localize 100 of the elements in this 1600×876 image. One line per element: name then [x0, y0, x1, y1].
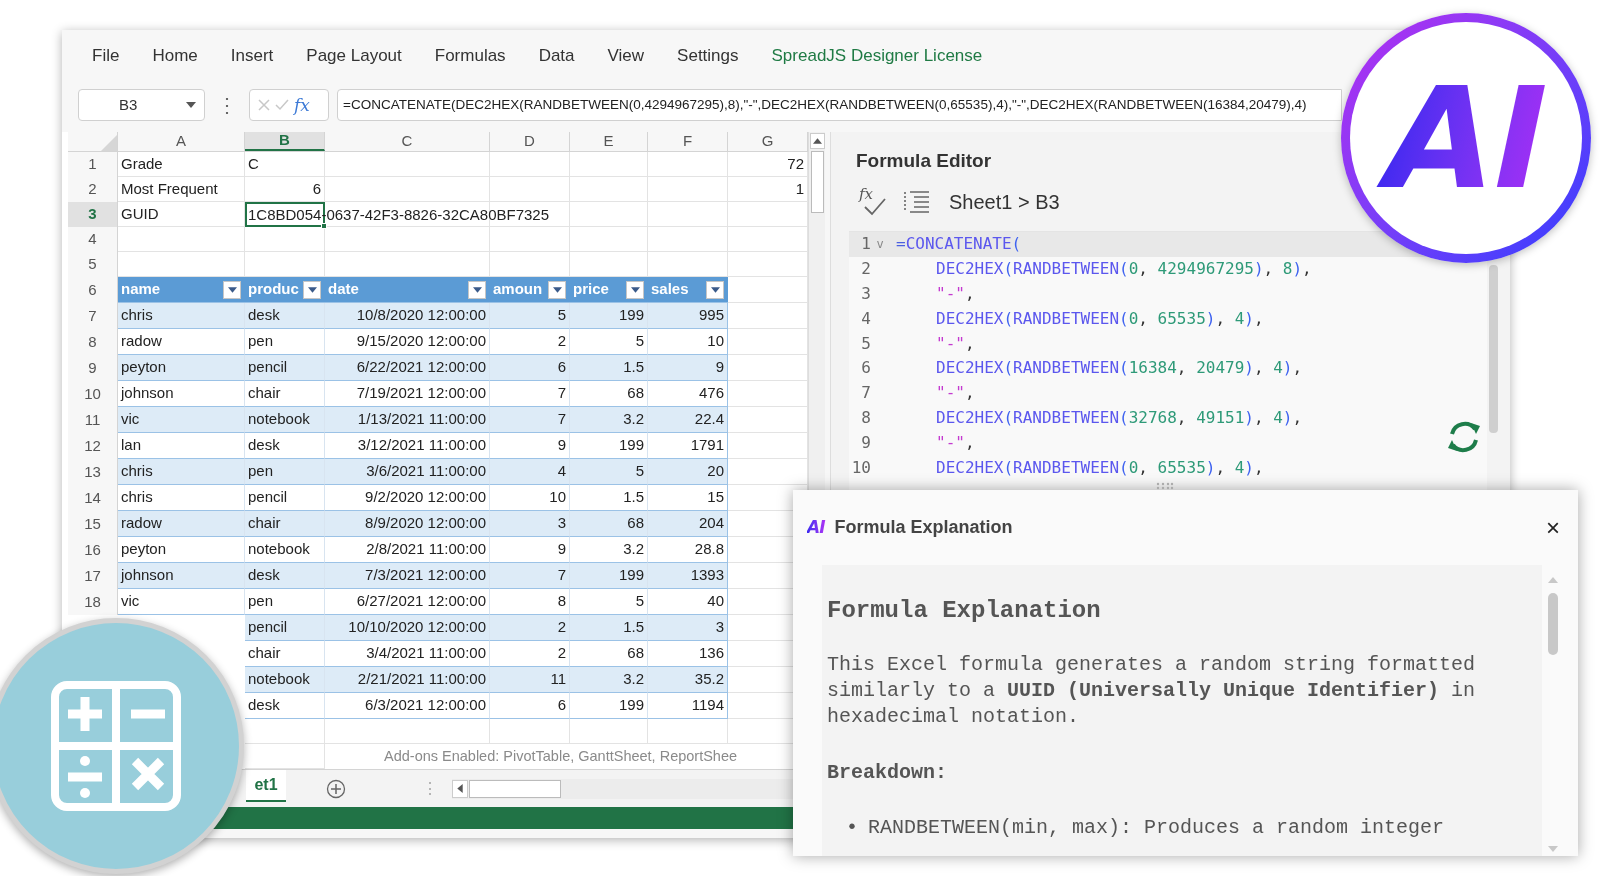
table-cell[interactable]: 3.2: [570, 667, 648, 693]
table-cell[interactable]: 2/21/2021 11:00:00: [325, 667, 490, 693]
row-header[interactable]: 1: [68, 152, 118, 177]
menu-tab[interactable]: File: [92, 43, 120, 69]
table-cell[interactable]: peyton: [118, 355, 245, 381]
scroll-thumb[interactable]: [810, 151, 824, 213]
table-cell[interactable]: 3/12/2021 11:00:00: [325, 433, 490, 459]
table-cell[interactable]: 5: [490, 303, 570, 329]
menu-tab[interactable]: Settings: [677, 43, 739, 69]
table-cell[interactable]: 5: [570, 589, 648, 615]
grip-icon[interactable]: [1156, 482, 1174, 490]
table-cell[interactable]: 995: [648, 303, 728, 329]
table-cell[interactable]: 7/3/2021 12:00:00: [325, 563, 490, 589]
filter-button[interactable]: [706, 280, 724, 299]
table-cell[interactable]: vic: [118, 589, 245, 615]
column-header[interactable]: D: [490, 132, 570, 151]
menu-tab[interactable]: Data: [538, 43, 575, 69]
check-icon[interactable]: [275, 99, 289, 111]
formula-input[interactable]: =CONCATENATE(DEC2HEX(RANDBETWEEN(0,4294967295),8),"-",DEC2HEX(RANDBETWEEN(0,65535),4),"-",DEC2HEX(RANDBETWEEN(16384,20479),4): [337, 89, 1342, 121]
table-cell[interactable]: chris: [118, 303, 245, 329]
table-cell[interactable]: vic: [118, 407, 245, 433]
table-cell[interactable]: 476: [648, 381, 728, 407]
table-cell[interactable]: chair: [245, 511, 325, 537]
table-cell[interactable]: notebook: [245, 407, 325, 433]
table-cell[interactable]: desk: [245, 303, 325, 329]
table-cell[interactable]: 199: [570, 433, 648, 459]
table-cell[interactable]: 10: [648, 329, 728, 355]
menu-tab[interactable]: View: [607, 43, 645, 69]
scroll-left-button[interactable]: [452, 779, 468, 798]
table-cell[interactable]: 10/10/2020 12:00:00: [325, 615, 490, 641]
code-editor[interactable]: [849, 231, 1487, 491]
row-header[interactable]: 18: [68, 589, 118, 615]
filter-button[interactable]: [223, 280, 241, 299]
row-header[interactable]: 12: [68, 433, 118, 459]
table-cell[interactable]: 199: [570, 563, 648, 589]
validate-button[interactable]: fx: [859, 187, 887, 217]
table-cell[interactable]: pen: [245, 589, 325, 615]
menu-tab[interactable]: Insert: [230, 43, 274, 69]
table-cell[interactable]: radow: [118, 329, 245, 355]
table-cell[interactable]: 40: [648, 589, 728, 615]
add-sheet-icon[interactable]: [326, 778, 346, 799]
column-header[interactable]: B: [245, 132, 325, 151]
filter-button[interactable]: [626, 280, 644, 299]
row-header[interactable]: 9: [68, 355, 118, 381]
table-cell[interactable]: notebook: [245, 667, 325, 693]
table-cell[interactable]: 1791: [648, 433, 728, 459]
row-header[interactable]: 11: [68, 407, 118, 433]
table-cell[interactable]: 7/19/2021 12:00:00: [325, 381, 490, 407]
table-cell[interactable]: 2/8/2021 11:00:00: [325, 537, 490, 563]
function-button[interactable]: fx: [294, 96, 310, 114]
table-cell[interactable]: 1/13/2021 11:00:00: [325, 407, 490, 433]
table-cell[interactable]: radow: [118, 511, 245, 537]
table-cell[interactable]: pencil: [245, 615, 325, 641]
menu-tab[interactable]: Home: [152, 43, 198, 69]
table-cell[interactable]: pencil: [245, 355, 325, 381]
table-cell[interactable]: 199: [570, 303, 648, 329]
table-cell[interactable]: johnson: [118, 563, 245, 589]
table-cell[interactable]: 68: [570, 511, 648, 537]
table-cell[interactable]: pen: [245, 459, 325, 485]
table-cell[interactable]: 9/15/2020 12:00:00: [325, 329, 490, 355]
table-cell[interactable]: 7: [490, 407, 570, 433]
name-box[interactable]: B3: [78, 89, 205, 121]
table-cell[interactable]: 4: [490, 459, 570, 485]
table-cell[interactable]: 11: [490, 667, 570, 693]
table-cell[interactable]: chris: [118, 485, 245, 511]
table-cell[interactable]: peyton: [118, 537, 245, 563]
filter-button[interactable]: [468, 280, 486, 299]
table-cell[interactable]: 2: [490, 641, 570, 667]
table-cell[interactable]: desk: [245, 693, 325, 719]
table-cell[interactable]: 35.2: [648, 667, 728, 693]
scroll-thumb[interactable]: [1548, 593, 1558, 655]
more-button[interactable]: ⋮: [213, 90, 241, 120]
table-cell[interactable]: 6: [490, 693, 570, 719]
row-header[interactable]: 13: [68, 459, 118, 485]
table-cell[interactable]: 1.5: [570, 485, 648, 511]
row-header[interactable]: 14: [68, 485, 118, 511]
table-cell[interactable]: 3.2: [570, 407, 648, 433]
license-link[interactable]: SpreadJS Designer License: [771, 43, 983, 69]
table-cell[interactable]: 9: [490, 433, 570, 459]
table-cell[interactable]: 136: [648, 641, 728, 667]
sheet-tab[interactable]: et1: [246, 770, 286, 802]
table-cell[interactable]: 28.8: [648, 537, 728, 563]
table-cell[interactable]: 3/6/2021 11:00:00: [325, 459, 490, 485]
row-header[interactable]: 6: [68, 277, 118, 303]
table-cell[interactable]: notebook: [245, 537, 325, 563]
scroll-up-icon[interactable]: [1548, 577, 1558, 583]
table-cell[interactable]: 7: [490, 563, 570, 589]
table-cell[interactable]: 2: [490, 329, 570, 355]
filter-button[interactable]: [303, 280, 321, 299]
table-cell[interactable]: 10/8/2020 12:00:00: [325, 303, 490, 329]
table-cell[interactable]: 68: [570, 641, 648, 667]
table-cell[interactable]: chris: [118, 459, 245, 485]
table-cell[interactable]: 10: [490, 485, 570, 511]
column-header[interactable]: F: [648, 132, 728, 151]
scroll-down-icon[interactable]: [1548, 846, 1558, 852]
table-cell[interactable]: 199: [570, 693, 648, 719]
menu-tab[interactable]: Page Layout: [306, 43, 402, 69]
table-cell[interactable]: pen: [245, 329, 325, 355]
table-cell[interactable]: 6: [490, 355, 570, 381]
row-header[interactable]: 17: [68, 563, 118, 589]
